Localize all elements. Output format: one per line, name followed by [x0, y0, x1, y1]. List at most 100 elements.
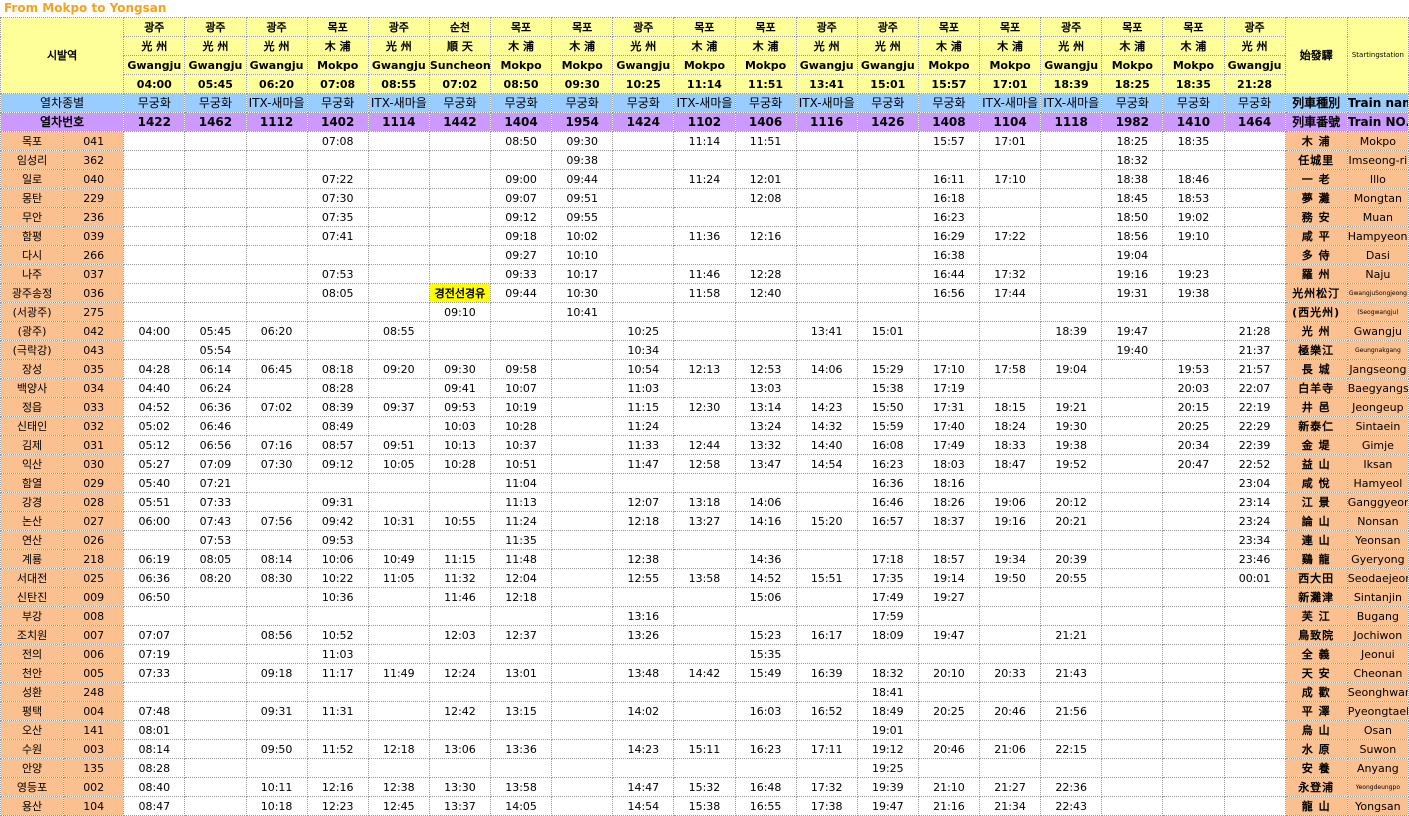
train-type: 무궁화 [123, 93, 186, 113]
time-cell [1223, 701, 1286, 721]
time-cell [612, 245, 675, 265]
station-row: 일로 040 07:22 09:00 09:44 11:24 12:01 16:11 17:10… [0, 169, 1409, 189]
time-cell [1101, 701, 1164, 721]
station-roman: Gimje [1346, 435, 1409, 455]
time-cell: 13:15 [489, 701, 553, 721]
time-cell: 17:32 [978, 264, 1042, 284]
train-number: 1410 [1162, 112, 1225, 132]
time-cell: 13:36 [489, 739, 553, 759]
time-cell: 13:37 [428, 796, 492, 816]
time-cell: 22:52 [1223, 454, 1286, 474]
station-code: 036 [63, 283, 125, 303]
time-cell: 07:30 [245, 454, 308, 474]
time-cell [1162, 568, 1225, 588]
time-cell [184, 150, 247, 170]
time-cell [1101, 454, 1164, 474]
time-cell: 16:44 [917, 264, 981, 284]
time-cell: 15:50 [856, 397, 919, 417]
time-cell: 07:35 [306, 207, 369, 227]
time-cell [917, 682, 981, 702]
time-cell: 12:37 [489, 625, 553, 645]
time-cell: 12:01 [734, 169, 797, 189]
time-cell [551, 720, 614, 740]
time-cell [734, 207, 797, 227]
time-cell [551, 416, 614, 436]
time-cell [1040, 207, 1103, 227]
time-cell: 08:28 [306, 378, 369, 398]
station-name: 전의 [0, 644, 65, 664]
time-cell [306, 302, 369, 322]
time-cell: 20:15 [1162, 397, 1225, 417]
time-cell: 17:58 [978, 359, 1042, 379]
time-cell: 17:01 [978, 131, 1042, 151]
station-row: 신탄진 009 06:50 10:36 11:46 12:18 15:06 17:49 19:2… [0, 587, 1409, 607]
time-cell [1101, 302, 1164, 322]
time-cell: 08:20 [184, 568, 247, 588]
station-roman: Yongsan [1346, 796, 1409, 816]
time-cell [551, 701, 614, 721]
time-cell [1101, 435, 1164, 455]
time-cell: 13:06 [428, 739, 492, 759]
train-origin-hanja: 順 天 [428, 36, 492, 56]
train-type: ITX-새마을 [795, 93, 858, 113]
train-origin-time: 18:39 [1040, 74, 1103, 94]
time-cell: 17:40 [917, 416, 981, 436]
time-cell: 13:58 [673, 568, 736, 588]
station-code: 035 [63, 359, 125, 379]
time-cell [245, 264, 308, 284]
time-cell [673, 245, 736, 265]
time-cell: 06:36 [123, 568, 186, 588]
time-cell: 09:00 [489, 169, 553, 189]
station-name: 다시 [0, 245, 65, 265]
station-code: 135 [63, 758, 125, 778]
time-cell: 19:16 [978, 511, 1042, 531]
train-origin-en: Gwangju [612, 55, 675, 75]
time-cell: 12:58 [673, 454, 736, 474]
time-cell [306, 245, 369, 265]
time-cell [306, 758, 369, 778]
train-number: 1112 [245, 112, 308, 132]
time-cell: 21:06 [978, 739, 1042, 759]
station-row: 함평 039 07:41 09:18 10:02 11:36 12:16 16:29 17:22… [0, 226, 1409, 246]
station-code: 248 [63, 682, 125, 702]
station-name: 일로 [0, 169, 65, 189]
time-cell [367, 416, 430, 436]
time-cell: 08:05 [306, 283, 369, 303]
time-cell: 14:36 [734, 549, 797, 569]
time-cell: 08:01 [123, 720, 186, 740]
train-type: ITX-새마을 [673, 93, 736, 113]
time-cell [1162, 796, 1225, 816]
station-hanja: 龍 山 [1284, 796, 1348, 816]
time-cell [245, 720, 308, 740]
time-cell: 08:55 [367, 321, 430, 341]
train-origin-en: Gwangju [1223, 55, 1286, 75]
train-type: 무궁화 [612, 93, 675, 113]
station-name: 연산 [0, 530, 65, 550]
train-origin-time: 11:14 [673, 74, 736, 94]
time-cell: 19:39 [856, 777, 919, 797]
time-cell [978, 682, 1042, 702]
time-cell: 06:20 [245, 321, 308, 341]
time-cell: 06:24 [184, 378, 247, 398]
train-origin-ko: 광주 [612, 17, 675, 37]
time-cell: 13:24 [734, 416, 797, 436]
time-cell [245, 226, 308, 246]
right-type-hanja: 列車種別 [1284, 93, 1348, 113]
time-cell: 14:40 [795, 435, 858, 455]
time-cell [123, 150, 186, 170]
station-hanja: 西大田 [1284, 568, 1348, 588]
train-origin-time: 06:20 [245, 74, 308, 94]
time-cell: 23:24 [1223, 511, 1286, 531]
train-origin-en: Mokpo [551, 55, 614, 75]
train-origin-ko: 순천 [428, 17, 492, 37]
time-cell [551, 739, 614, 759]
time-cell: 05:27 [123, 454, 186, 474]
time-cell [367, 758, 430, 778]
time-cell [1223, 245, 1286, 265]
time-cell: 16:36 [856, 473, 919, 493]
time-cell [489, 321, 553, 341]
time-cell [1101, 568, 1164, 588]
time-cell: 12:55 [612, 568, 675, 588]
time-cell: 09:12 [489, 207, 553, 227]
time-cell: 07:48 [123, 701, 186, 721]
